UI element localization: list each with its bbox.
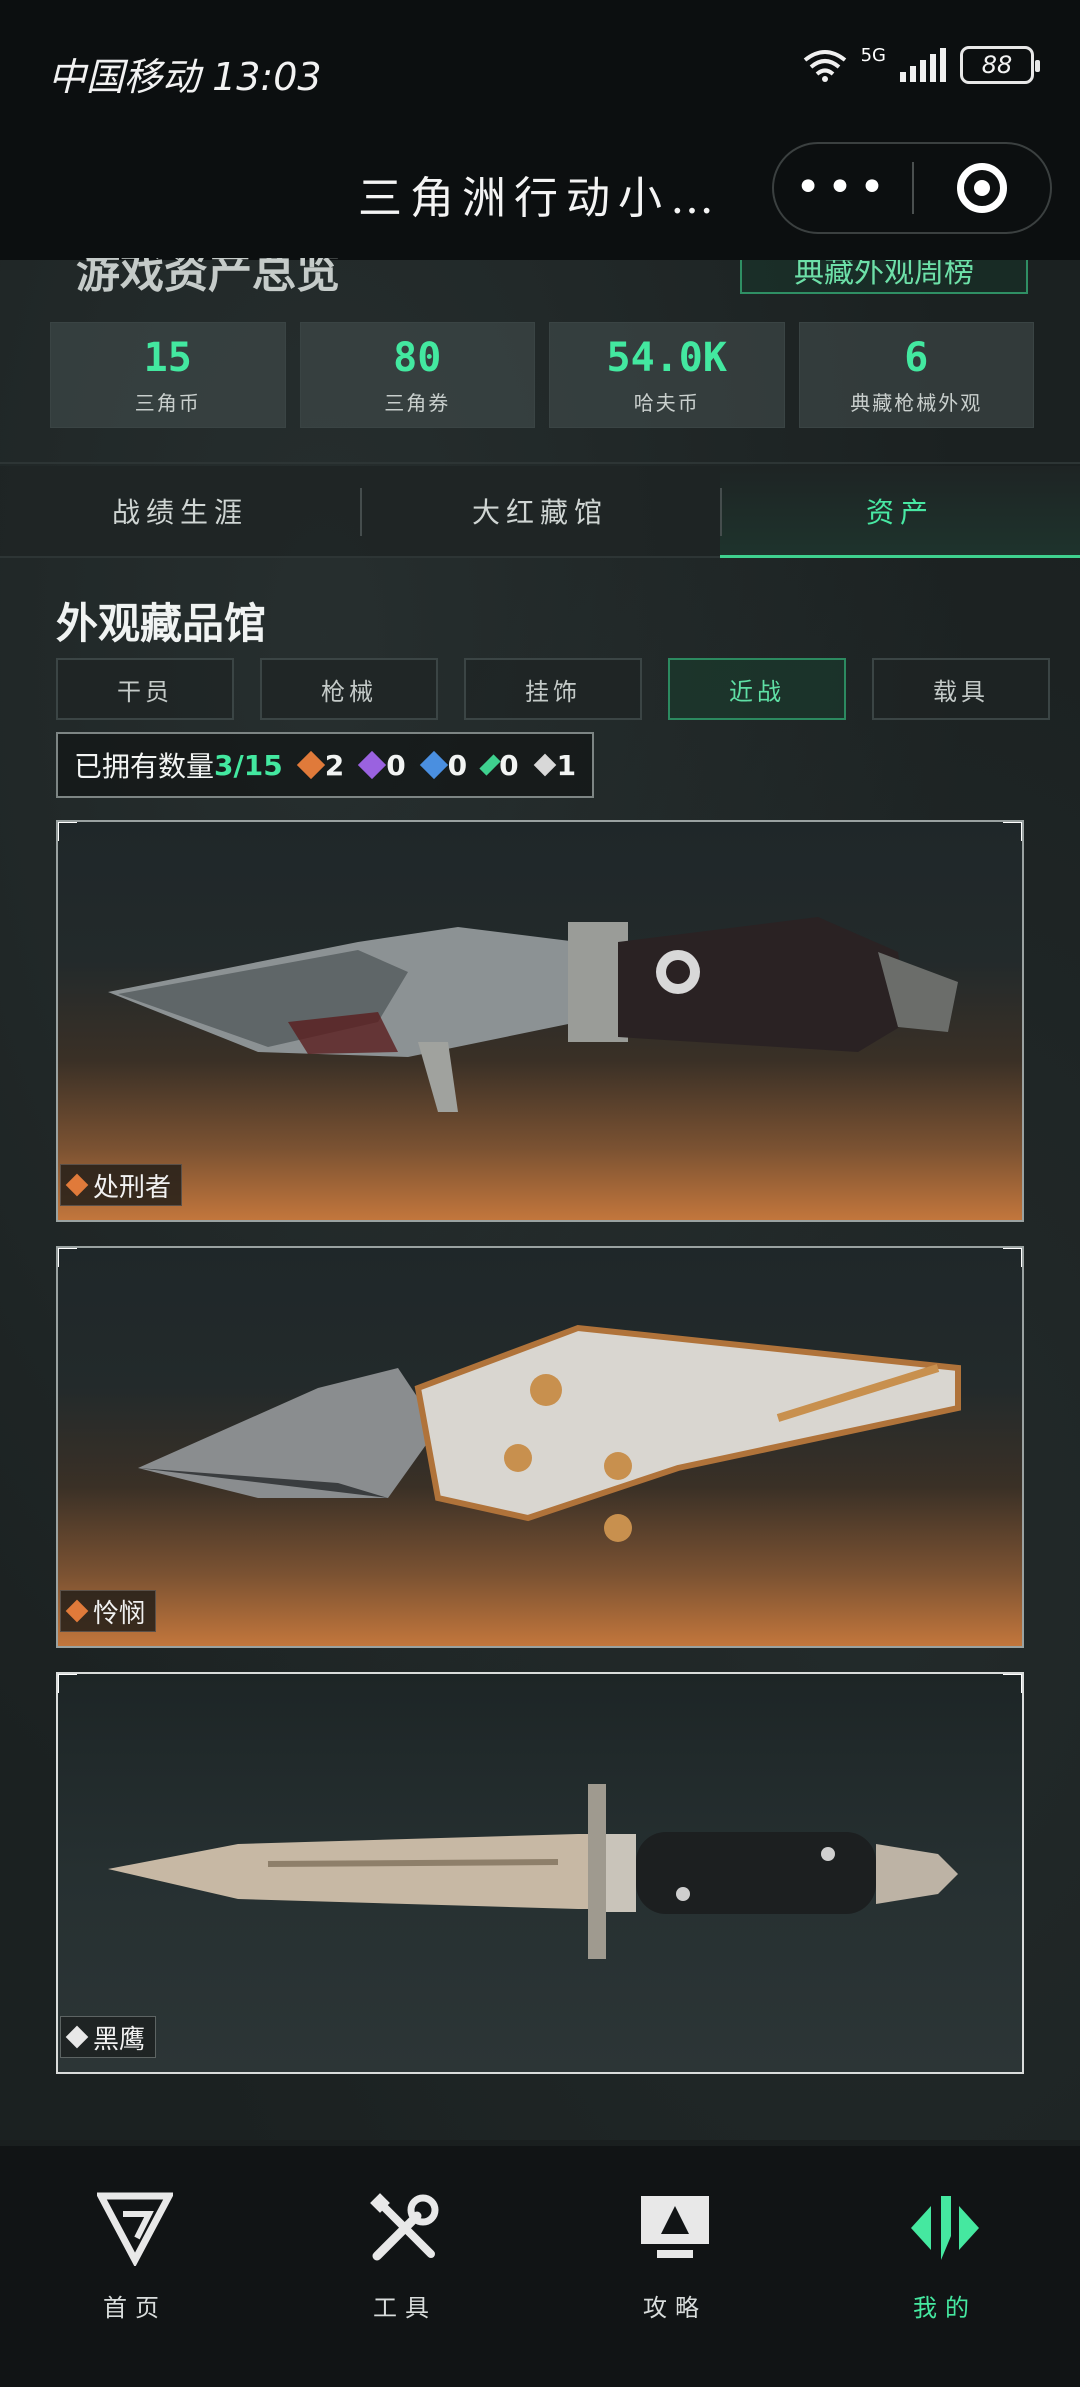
orange-gem-icon bbox=[65, 1173, 89, 1197]
stat-value: 6 bbox=[904, 334, 929, 381]
rarity-white-count: 1 bbox=[533, 749, 576, 782]
wifi-icon bbox=[803, 50, 846, 82]
owned-label: 已拥有数量 bbox=[74, 750, 215, 783]
knife-black-eagle-image bbox=[108, 1784, 958, 1959]
white-gem-icon bbox=[65, 2025, 89, 2049]
item-name-tag: 处刑者 bbox=[60, 1164, 183, 1206]
item-name-tag: 黑鹰 bbox=[60, 2016, 157, 2058]
nav-label: 首页 bbox=[103, 2294, 167, 2322]
rarity-orange-count: 2 bbox=[296, 749, 344, 782]
stat-card: 80 三角券 bbox=[299, 322, 535, 428]
subtab-melee[interactable]: 近战 bbox=[668, 658, 846, 720]
nav-label: 攻略 bbox=[643, 2294, 707, 2322]
item-name: 处刑者 bbox=[93, 1172, 172, 1203]
tools-icon bbox=[370, 2193, 439, 2261]
nav-home[interactable]: 首页 bbox=[0, 2146, 270, 2387]
subtab-vehicles[interactable]: 载具 bbox=[872, 658, 1050, 720]
rarity-purple-count: 0 bbox=[358, 749, 406, 782]
target-icon bbox=[957, 163, 1007, 213]
stat-label: 典藏枪械外观 bbox=[850, 390, 983, 415]
stat-label: 哈夫币 bbox=[633, 390, 700, 415]
network-type: 5G bbox=[860, 44, 886, 66]
tab-red-vault[interactable]: 大红藏馆 bbox=[360, 466, 720, 556]
owned-count: 3/15 bbox=[214, 748, 283, 782]
stat-value: 15 bbox=[143, 334, 192, 381]
item-name: 黑鹰 bbox=[93, 2024, 146, 2055]
tab-assets[interactable]: 资产 bbox=[720, 466, 1080, 558]
more-menu-button[interactable]: ••• bbox=[774, 166, 912, 210]
collection-sub-tabs: 干员 枪械 挂饰 近战 载具 bbox=[56, 658, 1050, 720]
owned-count-bar: 已拥有数量 3/15 2 0 0 0 1 bbox=[56, 732, 595, 798]
mini-program-titlebar: 三角洲行动小… ••• bbox=[0, 140, 1080, 260]
melee-item-card[interactable]: 处刑者 bbox=[56, 820, 1024, 1222]
knife-mercy-image bbox=[138, 1324, 961, 1542]
nav-label: 我的 bbox=[913, 2294, 977, 2322]
nav-label: 工具 bbox=[373, 2294, 437, 2322]
stat-card: 15 三角币 bbox=[50, 322, 286, 428]
stat-card: 6 典藏枪械外观 bbox=[798, 322, 1034, 428]
blue-gem-icon bbox=[419, 750, 448, 780]
subtab-charms[interactable]: 挂饰 bbox=[464, 658, 642, 720]
subtab-operators[interactable]: 干员 bbox=[56, 658, 234, 720]
nav-guide[interactable]: 攻略 bbox=[540, 2146, 810, 2387]
white-gem-icon bbox=[533, 753, 556, 777]
battery-icon: 88 bbox=[960, 46, 1040, 84]
tab-career[interactable]: 战绩生涯 bbox=[0, 466, 360, 556]
subtab-guns[interactable]: 枪械 bbox=[260, 658, 438, 720]
status-bar: 中国移动 13:03 5G 88 bbox=[0, 0, 1080, 140]
rarity-blue-count: 0 bbox=[419, 749, 467, 782]
guide-monitor-icon bbox=[641, 2196, 709, 2258]
stat-label: 三角币 bbox=[134, 390, 201, 415]
main-tabs: 战绩生涯 大红藏馆 资产 bbox=[0, 466, 1080, 558]
orange-gem-icon bbox=[65, 1599, 89, 1623]
rarity-green-count: 0 bbox=[479, 749, 519, 782]
status-carrier-time: 中国移动 13:03 bbox=[48, 55, 322, 99]
bottom-nav: 首页 工具 攻略 我的 bbox=[0, 2146, 1080, 2387]
battery-level: 88 bbox=[981, 51, 1013, 79]
profile-logo-icon bbox=[911, 2196, 979, 2260]
collection-title: 外观藏品馆 bbox=[56, 599, 267, 648]
stat-value: 80 bbox=[393, 334, 442, 381]
stat-value: 54.0K bbox=[606, 334, 727, 381]
section-divider bbox=[0, 462, 1080, 464]
stat-label: 三角券 bbox=[384, 390, 451, 415]
mini-program-capsule: ••• bbox=[772, 142, 1052, 234]
melee-item-card[interactable]: 怜悯 bbox=[56, 1246, 1024, 1648]
close-mini-program-button[interactable] bbox=[914, 163, 1050, 213]
green-gem-icon bbox=[479, 754, 501, 776]
home-logo-icon bbox=[97, 2192, 173, 2266]
item-name: 怜悯 bbox=[93, 1598, 146, 1629]
knife-executioner-image bbox=[108, 917, 958, 1112]
signal-bars-icon bbox=[900, 48, 946, 82]
orange-gem-icon bbox=[296, 750, 325, 780]
purple-gem-icon bbox=[358, 750, 387, 780]
status-icons: 5G 88 bbox=[803, 44, 1040, 84]
asset-stats: 15 三角币 80 三角券 54.0K 哈夫币 6 典藏枪械外观 bbox=[50, 322, 1034, 428]
nav-profile[interactable]: 我的 bbox=[810, 2146, 1080, 2387]
melee-item-card[interactable]: 黑鹰 bbox=[56, 1672, 1024, 2074]
nav-tools[interactable]: 工具 bbox=[270, 2146, 540, 2387]
item-name-tag: 怜悯 bbox=[60, 1590, 157, 1632]
stat-card: 54.0K 哈夫币 bbox=[549, 322, 785, 428]
